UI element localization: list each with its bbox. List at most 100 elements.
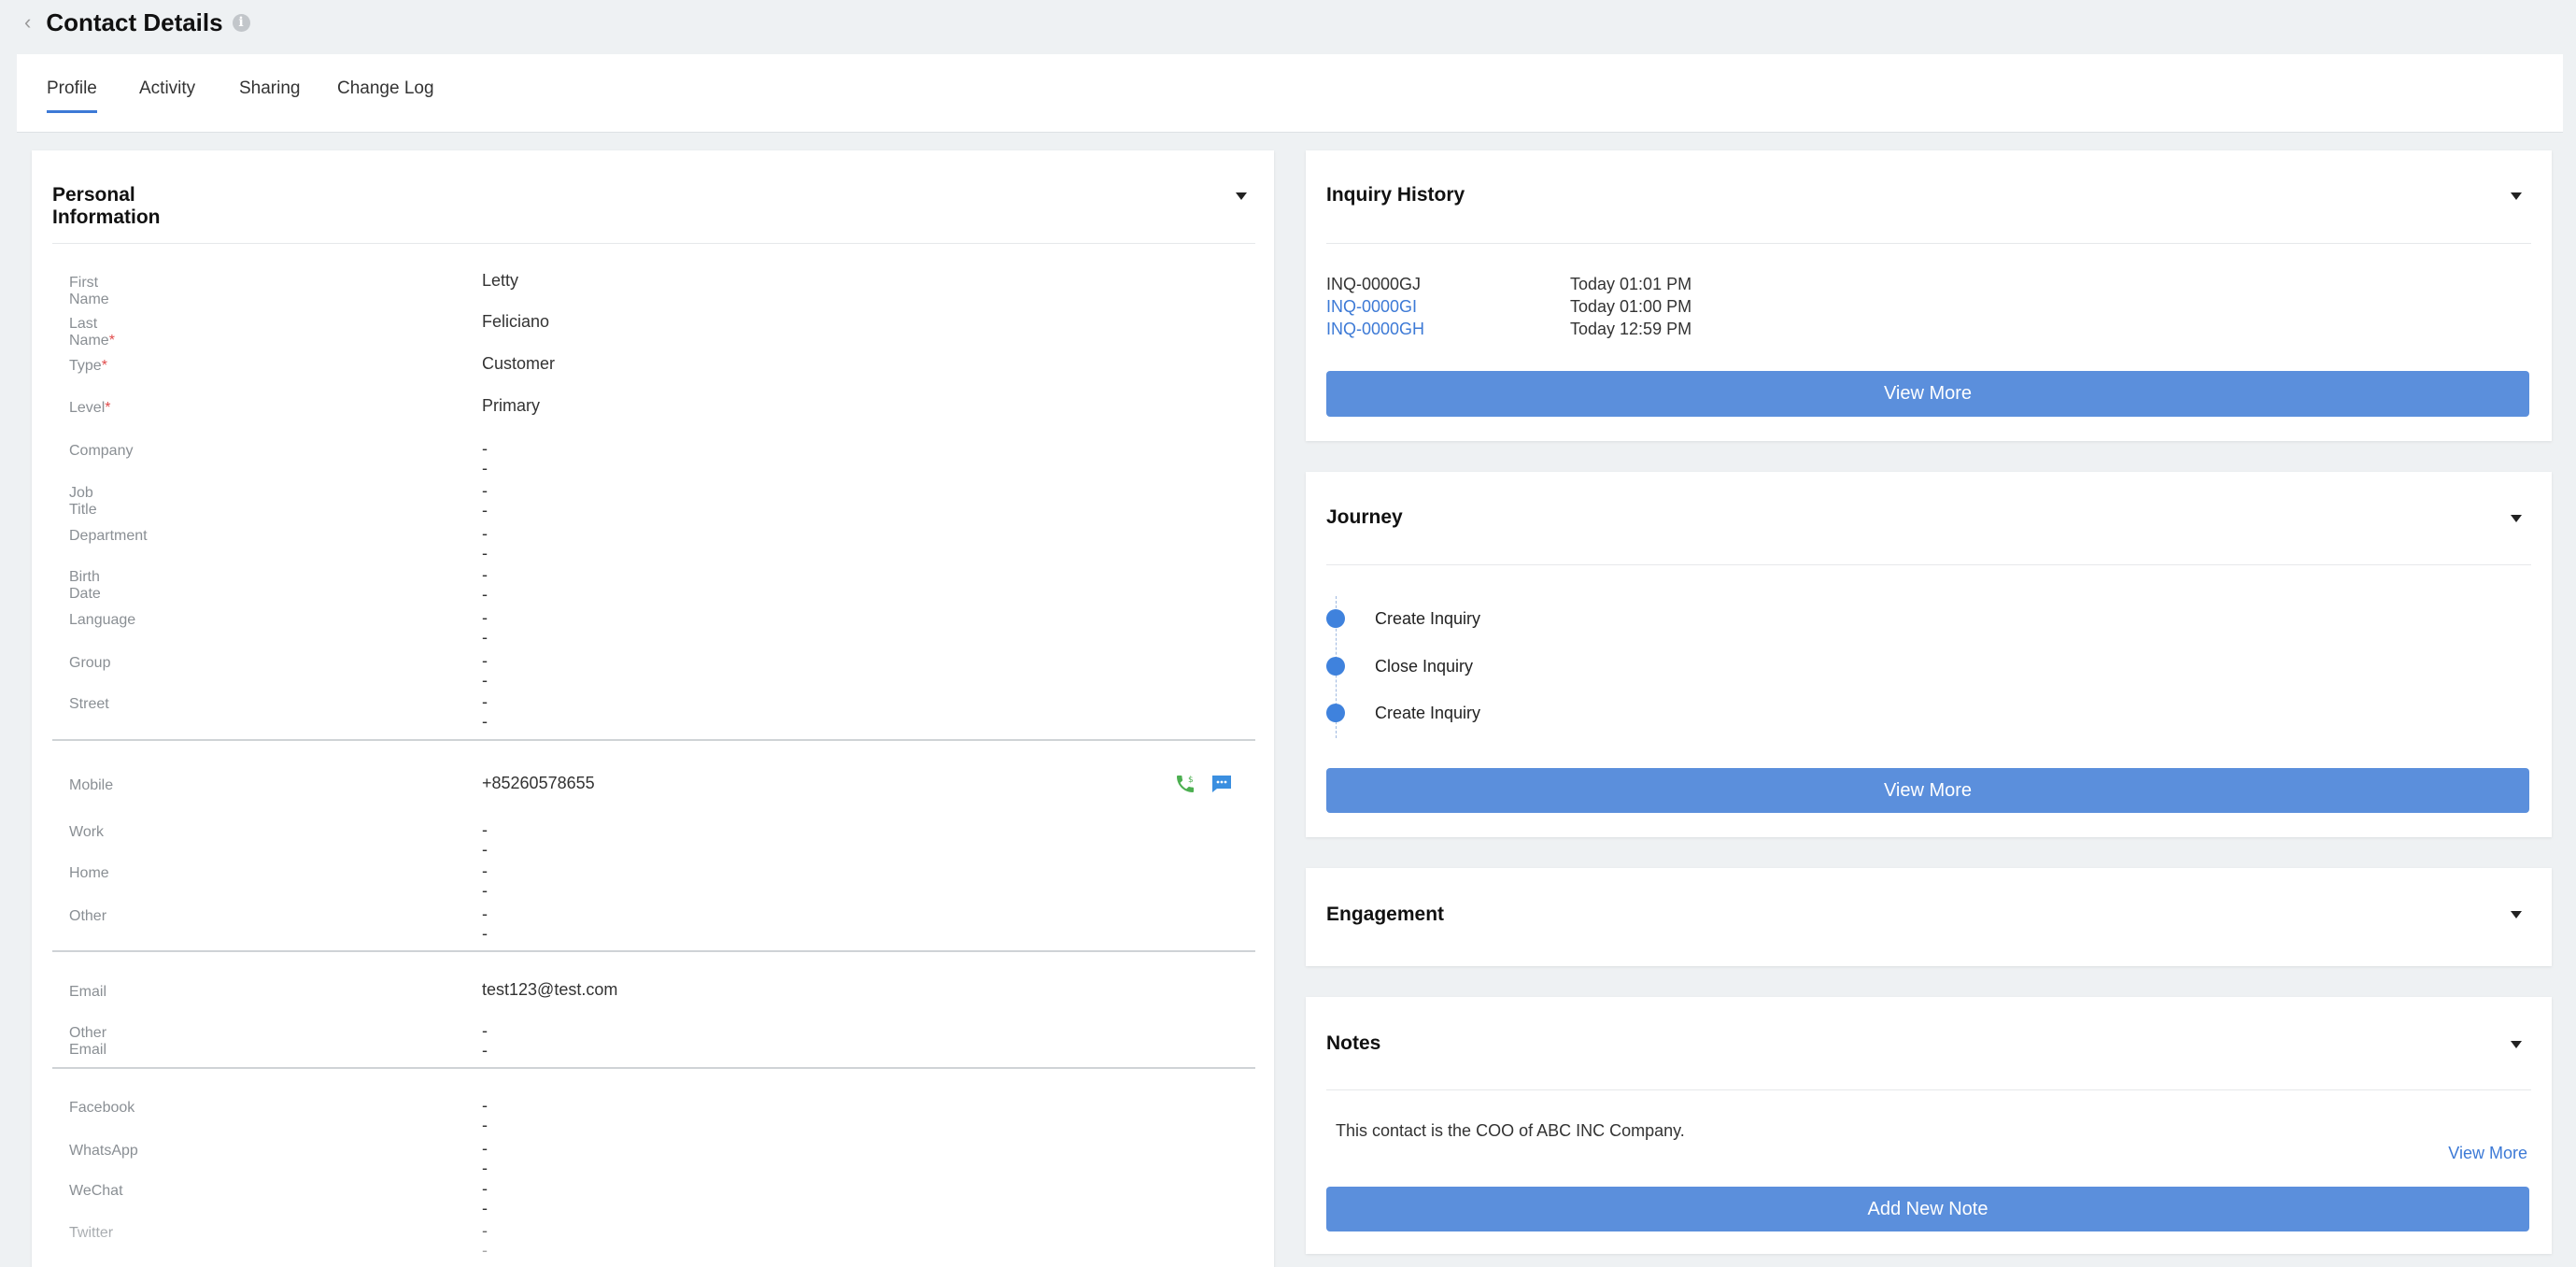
field-label-text: Department bbox=[69, 528, 148, 544]
field-value-wechat: -- bbox=[482, 1179, 488, 1217]
field-value-company: -- bbox=[482, 439, 488, 477]
journey-step-dot bbox=[1326, 704, 1345, 722]
field-label-other: Other bbox=[69, 908, 106, 925]
field-label-text: Group bbox=[69, 655, 111, 671]
field-label-text: Company bbox=[69, 443, 134, 459]
field-label-last-name: Last Name* bbox=[69, 316, 115, 349]
inquiry-time: Today 01:01 PM bbox=[1570, 275, 1692, 293]
inquiry-history-title: Inquiry History bbox=[1326, 184, 1465, 206]
inquiry-id-link[interactable]: INQ-0000GI bbox=[1326, 297, 1417, 317]
inquiry-history-collapse-caret-icon[interactable] bbox=[2511, 192, 2522, 200]
field-value-whatsapp: -- bbox=[482, 1139, 488, 1177]
inquiry-id: INQ-0000GJ bbox=[1326, 275, 1422, 293]
field-value-level: Primary bbox=[482, 396, 540, 415]
field-value-other: -- bbox=[482, 904, 488, 943]
journey-view-more-button[interactable]: View More bbox=[1326, 768, 2529, 813]
tab-profile[interactable]: Profile bbox=[47, 78, 97, 113]
journey-step-dot bbox=[1326, 657, 1345, 676]
field-value-birth-date: -- bbox=[482, 565, 488, 604]
field-label-first-name: First Name bbox=[69, 275, 109, 308]
inquiry-time: Today 01:00 PM bbox=[1570, 297, 1692, 316]
field-label-text: Work bbox=[69, 824, 105, 840]
field-label-text: WeChat bbox=[69, 1183, 123, 1199]
call-icon[interactable]: $ bbox=[1174, 773, 1196, 800]
page-header: ‹ Contact Details i bbox=[0, 0, 2576, 45]
section-divider bbox=[52, 739, 1255, 741]
journey-step-label: Create Inquiry bbox=[1375, 704, 1481, 722]
field-value-twitter: -- bbox=[482, 1221, 488, 1260]
field-label-text: Email bbox=[69, 984, 107, 1000]
notes-collapse-caret-icon[interactable] bbox=[2511, 1041, 2522, 1048]
divider bbox=[52, 243, 1255, 244]
field-label-language: Language bbox=[69, 612, 135, 629]
personal-information-title: Personal Information bbox=[52, 184, 161, 228]
field-label-level: Level* bbox=[69, 400, 110, 417]
note-text: This contact is the COO of ABC INC Compa… bbox=[1336, 1121, 1685, 1140]
field-label-email: Email bbox=[69, 984, 106, 1001]
field-value-type: Customer bbox=[482, 354, 556, 373]
divider bbox=[1326, 1089, 2531, 1090]
engagement-collapse-caret-icon[interactable] bbox=[2511, 911, 2522, 918]
field-label-type: Type* bbox=[69, 358, 107, 375]
section-divider bbox=[52, 950, 1255, 952]
field-label-other-email: Other Email bbox=[69, 1025, 106, 1059]
field-label-text: Job Title bbox=[69, 485, 97, 518]
field-value-other-email: -- bbox=[482, 1021, 488, 1060]
notes-view-more-link[interactable]: View More bbox=[2448, 1144, 2527, 1163]
field-value-email: test123@test.com bbox=[482, 980, 618, 999]
personal-information-collapse-caret-icon[interactable] bbox=[1236, 192, 1247, 200]
field-value-work: -- bbox=[482, 820, 488, 859]
field-label-whatsapp: WhatsApp bbox=[69, 1143, 138, 1160]
journey-step-dot bbox=[1326, 609, 1345, 628]
journey-step-label: Close Inquiry bbox=[1375, 657, 1474, 676]
notes-title: Notes bbox=[1326, 1032, 1381, 1054]
divider bbox=[1326, 243, 2531, 244]
field-value-home: -- bbox=[482, 861, 488, 900]
page-title: Contact Details bbox=[46, 7, 223, 36]
field-value-last-name: Feliciano bbox=[482, 312, 550, 331]
field-label-wechat: WeChat bbox=[69, 1183, 123, 1200]
journey-title: Journey bbox=[1326, 506, 1403, 528]
field-label-text: Home bbox=[69, 865, 109, 881]
field-value-mobile: +85260578655 bbox=[482, 774, 595, 792]
field-label-text: First Name bbox=[69, 275, 109, 307]
required-asterisk: * bbox=[108, 333, 115, 349]
tab-activity[interactable]: Activity bbox=[139, 78, 195, 110]
field-label-text: Level bbox=[69, 400, 106, 416]
field-label-department: Department bbox=[69, 528, 148, 545]
inquiry-id-link[interactable]: INQ-0000GH bbox=[1326, 320, 1424, 339]
divider bbox=[1326, 564, 2531, 565]
field-label-text: WhatsApp bbox=[69, 1143, 138, 1159]
field-label-text: Language bbox=[69, 612, 136, 628]
sms-icon[interactable] bbox=[1210, 774, 1233, 799]
field-label-work: Work bbox=[69, 824, 104, 841]
field-label-text: Other Email bbox=[69, 1025, 107, 1058]
field-value-language: -- bbox=[482, 608, 488, 647]
field-label-mobile: Mobile bbox=[69, 777, 113, 794]
field-label-text: Birth Date bbox=[69, 569, 101, 602]
add-new-note-button[interactable]: Add New Note bbox=[1326, 1187, 2529, 1231]
field-value-facebook: -- bbox=[482, 1096, 488, 1134]
field-label-text: Twitter bbox=[69, 1225, 114, 1241]
svg-text:$: $ bbox=[1188, 776, 1194, 785]
required-asterisk: * bbox=[101, 358, 107, 374]
engagement-card: Engagement bbox=[1306, 868, 2552, 966]
field-value-first-name: Letty bbox=[482, 271, 519, 290]
field-value-group: -- bbox=[482, 651, 488, 690]
field-label-text: Type bbox=[69, 358, 102, 374]
field-label-text: Other bbox=[69, 908, 107, 924]
engagement-title: Engagement bbox=[1326, 904, 1445, 925]
inquiry-view-more-button[interactable]: View More bbox=[1326, 371, 2529, 417]
field-label-twitter: Twitter bbox=[69, 1225, 113, 1242]
info-icon[interactable]: i bbox=[232, 13, 250, 32]
field-label-group: Group bbox=[69, 655, 110, 672]
field-label-company: Company bbox=[69, 443, 133, 460]
tab-sharing[interactable]: Sharing bbox=[239, 78, 301, 110]
field-label-text: Mobile bbox=[69, 777, 114, 793]
field-label-text: Last Name bbox=[69, 316, 109, 349]
journey-collapse-caret-icon[interactable] bbox=[2511, 515, 2522, 522]
back-chevron-icon[interactable]: ‹ bbox=[24, 10, 31, 35]
personal-information-card bbox=[32, 150, 1274, 1267]
tab-change-log[interactable]: Change Log bbox=[337, 78, 434, 110]
tab-bar: Profile Activity Sharing Change Log bbox=[17, 54, 2563, 133]
